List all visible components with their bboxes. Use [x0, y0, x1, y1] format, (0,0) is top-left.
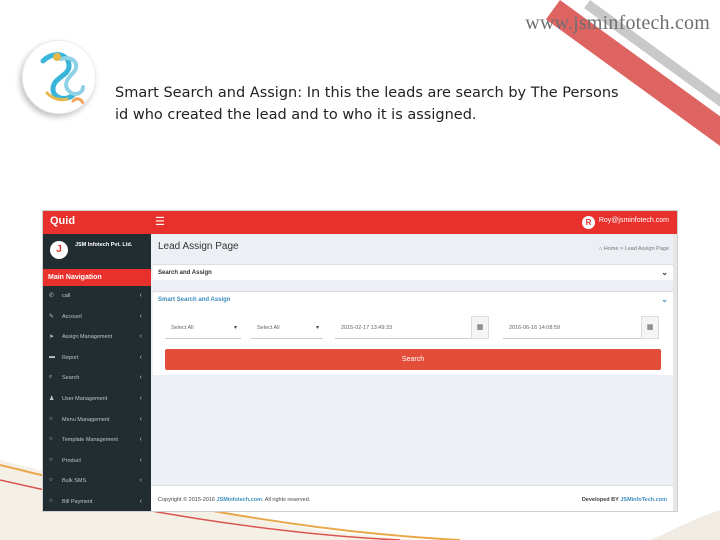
input-value: 2016-06-16 14:08:59	[509, 325, 561, 331]
smart-search-header[interactable]: Smart Search and Assign ⌄	[153, 292, 674, 308]
smart-search-box: Smart Search and Assign ⌄ Select All ▾ S…	[153, 291, 674, 375]
sidebar-item-label: Product	[62, 457, 81, 464]
js-logo-icon	[40, 52, 85, 105]
box-title: Search and Assign	[158, 270, 212, 276]
sidebar-item-label: Menu Management	[62, 416, 110, 423]
circle-icon: ○	[49, 477, 53, 484]
chevron-left-icon: ‹	[139, 374, 142, 382]
footer-copyright: Copyright © 2015-2016 JSMinfotech.com. A…	[158, 497, 310, 503]
sidebar-item-bulk-sms[interactable]: ○ Bulk SMS ‹	[43, 471, 151, 492]
chevron-left-icon: ‹	[139, 436, 142, 444]
folder-icon: ▬	[49, 353, 55, 360]
circle-icon: ○	[49, 497, 53, 504]
app-brand[interactable]: Quid	[50, 215, 75, 227]
developed-by-text: Developed BY	[581, 497, 619, 503]
sidebar-item-product[interactable]: ○ Product ‹	[43, 451, 151, 472]
company-panel: J JSM Infotech Pvt. Ltd.	[43, 234, 151, 269]
select-value: Select All	[171, 325, 194, 331]
copyright-text: Copyright © 2015-2016	[158, 497, 215, 503]
phone-icon: ✆	[49, 293, 55, 299]
date-from-input[interactable]: 2015-02-17 13:49:33	[335, 316, 471, 339]
user-avatar[interactable]: R	[582, 216, 595, 229]
sidebar-item-menu-management[interactable]: ○ Menu Management ‹	[43, 410, 151, 431]
breadcrumb: ⌂ Home > Lead Assign Page	[599, 246, 669, 252]
sidebar-item-template-management[interactable]: ○ Template Management ‹	[43, 430, 151, 451]
chevron-left-icon: ‹	[139, 394, 142, 402]
chevron-left-icon: ‹	[139, 312, 142, 320]
sidebar-item-label: User Management	[62, 395, 108, 402]
chevron-left-icon: ‹	[139, 333, 142, 341]
sidebar-item-label: Bulk SMS	[62, 478, 87, 485]
sidebar-item-bill-payment[interactable]: ○ Bill Payment ‹	[43, 492, 151, 511]
edit-icon: ✎	[49, 313, 55, 320]
dropdown-arrow-icon: ▾	[233, 325, 237, 331]
sidebar-item-label: call	[62, 293, 71, 299]
calendar-icon[interactable]: ▦	[471, 316, 489, 339]
company-logo	[22, 40, 96, 114]
app-window: Quid ☰ R Roy@jsminfotech.com J JSM Infot…	[42, 210, 678, 512]
dropdown-arrow-icon: ▾	[315, 325, 319, 331]
user-email[interactable]: Roy@jsminfotech.com	[599, 217, 669, 224]
footer-developer: Developed BY JSMinfoTech.com	[582, 497, 667, 503]
search-and-assign-header[interactable]: Search and Assign ⌄	[153, 265, 674, 281]
search-button[interactable]: Search	[165, 349, 661, 370]
input-value: 2015-02-17 13:49:33	[341, 325, 393, 331]
chevron-left-icon: ‹	[139, 477, 142, 485]
created-by-select[interactable]: Select All ▾	[165, 316, 241, 339]
top-navbar: Quid ☰ R Roy@jsminfotech.com	[43, 211, 677, 234]
company-link[interactable]: JSMinfotech.com	[216, 497, 262, 503]
sidebar-item-label: Template Management	[62, 437, 118, 444]
breadcrumb-current: Lead Assign Page	[624, 246, 669, 252]
sidebar-item-label: Report	[62, 354, 79, 361]
chevron-down-icon[interactable]: ⌄	[661, 295, 668, 304]
sidebar-item-label: Search	[62, 375, 80, 382]
page-title: Lead Assign Page	[158, 241, 239, 252]
assigned-to-select[interactable]: Select All ▾	[251, 316, 323, 339]
sidebar-item-search[interactable]: ⌕ Search ‹	[43, 368, 151, 389]
company-name: JSM Infotech Pvt. Ltd.	[75, 242, 133, 248]
sidebar-item-label: Bill Payment	[62, 498, 93, 505]
nav-header: Main Navigation	[43, 269, 151, 286]
circle-icon: ○	[49, 456, 53, 463]
main-content: Lead Assign Page ⌂ Home > Lead Assign Pa…	[151, 234, 677, 511]
sidebar-item-user-management[interactable]: ♟ User Management ‹	[43, 389, 151, 410]
users-icon: ♟	[49, 395, 55, 402]
date-to-input[interactable]: 2016-06-16 14:08:59	[503, 316, 641, 339]
slide-caption: Smart Search and Assign: In this the lea…	[115, 85, 619, 123]
chevron-down-icon[interactable]: ⌄	[661, 268, 668, 277]
chevron-left-icon: ‹	[139, 456, 142, 464]
chevron-left-icon: ‹	[139, 292, 142, 299]
home-icon: ⌂	[598, 246, 603, 252]
company-avatar: J	[50, 241, 68, 259]
nav-list: ✆ call ‹ ✎ Account ‹ ➤ Assign Management ‹ ▬ Re…	[43, 286, 151, 511]
chevron-left-icon: ‹	[139, 353, 142, 361]
circle-icon: ○	[49, 415, 53, 422]
chevron-left-icon: ‹	[139, 497, 142, 505]
sidebar-item-label: Assign Management	[62, 334, 113, 341]
sidebar-item-label: Account	[62, 313, 82, 320]
scrollbar[interactable]	[673, 234, 677, 511]
box-title: Smart Search and Assign	[158, 297, 231, 303]
send-icon: ➤	[49, 334, 55, 341]
menu-toggle-icon[interactable]: ☰	[155, 215, 165, 228]
sidebar-item-account[interactable]: ✎ Account ‹	[43, 307, 151, 328]
site-url: www.jsminfotech.com	[525, 12, 710, 34]
select-value: Select All	[257, 325, 280, 331]
rights-text: . All rights reserved.	[262, 497, 311, 503]
footer: Copyright © 2015-2016 JSMinfotech.com. A…	[151, 485, 677, 511]
sidebar-item-report[interactable]: ▬ Report ‹	[43, 348, 151, 369]
chevron-left-icon: ‹	[139, 415, 142, 423]
breadcrumb-separator: >	[619, 246, 624, 252]
search-icon: ⌕	[49, 374, 53, 381]
sidebar-item-assign-management[interactable]: ➤ Assign Management ‹	[43, 327, 151, 348]
sidebar: J JSM Infotech Pvt. Ltd. Main Navigation…	[43, 234, 151, 511]
breadcrumb-home[interactable]: Home	[604, 246, 619, 252]
developer-link[interactable]: JSMinfoTech.com	[620, 497, 667, 503]
search-and-assign-box: Search and Assign ⌄	[153, 264, 674, 280]
sidebar-item-call[interactable]: ✆ call ‹	[43, 286, 151, 307]
circle-icon: ○	[49, 436, 53, 443]
calendar-icon[interactable]: ▦	[641, 316, 659, 339]
